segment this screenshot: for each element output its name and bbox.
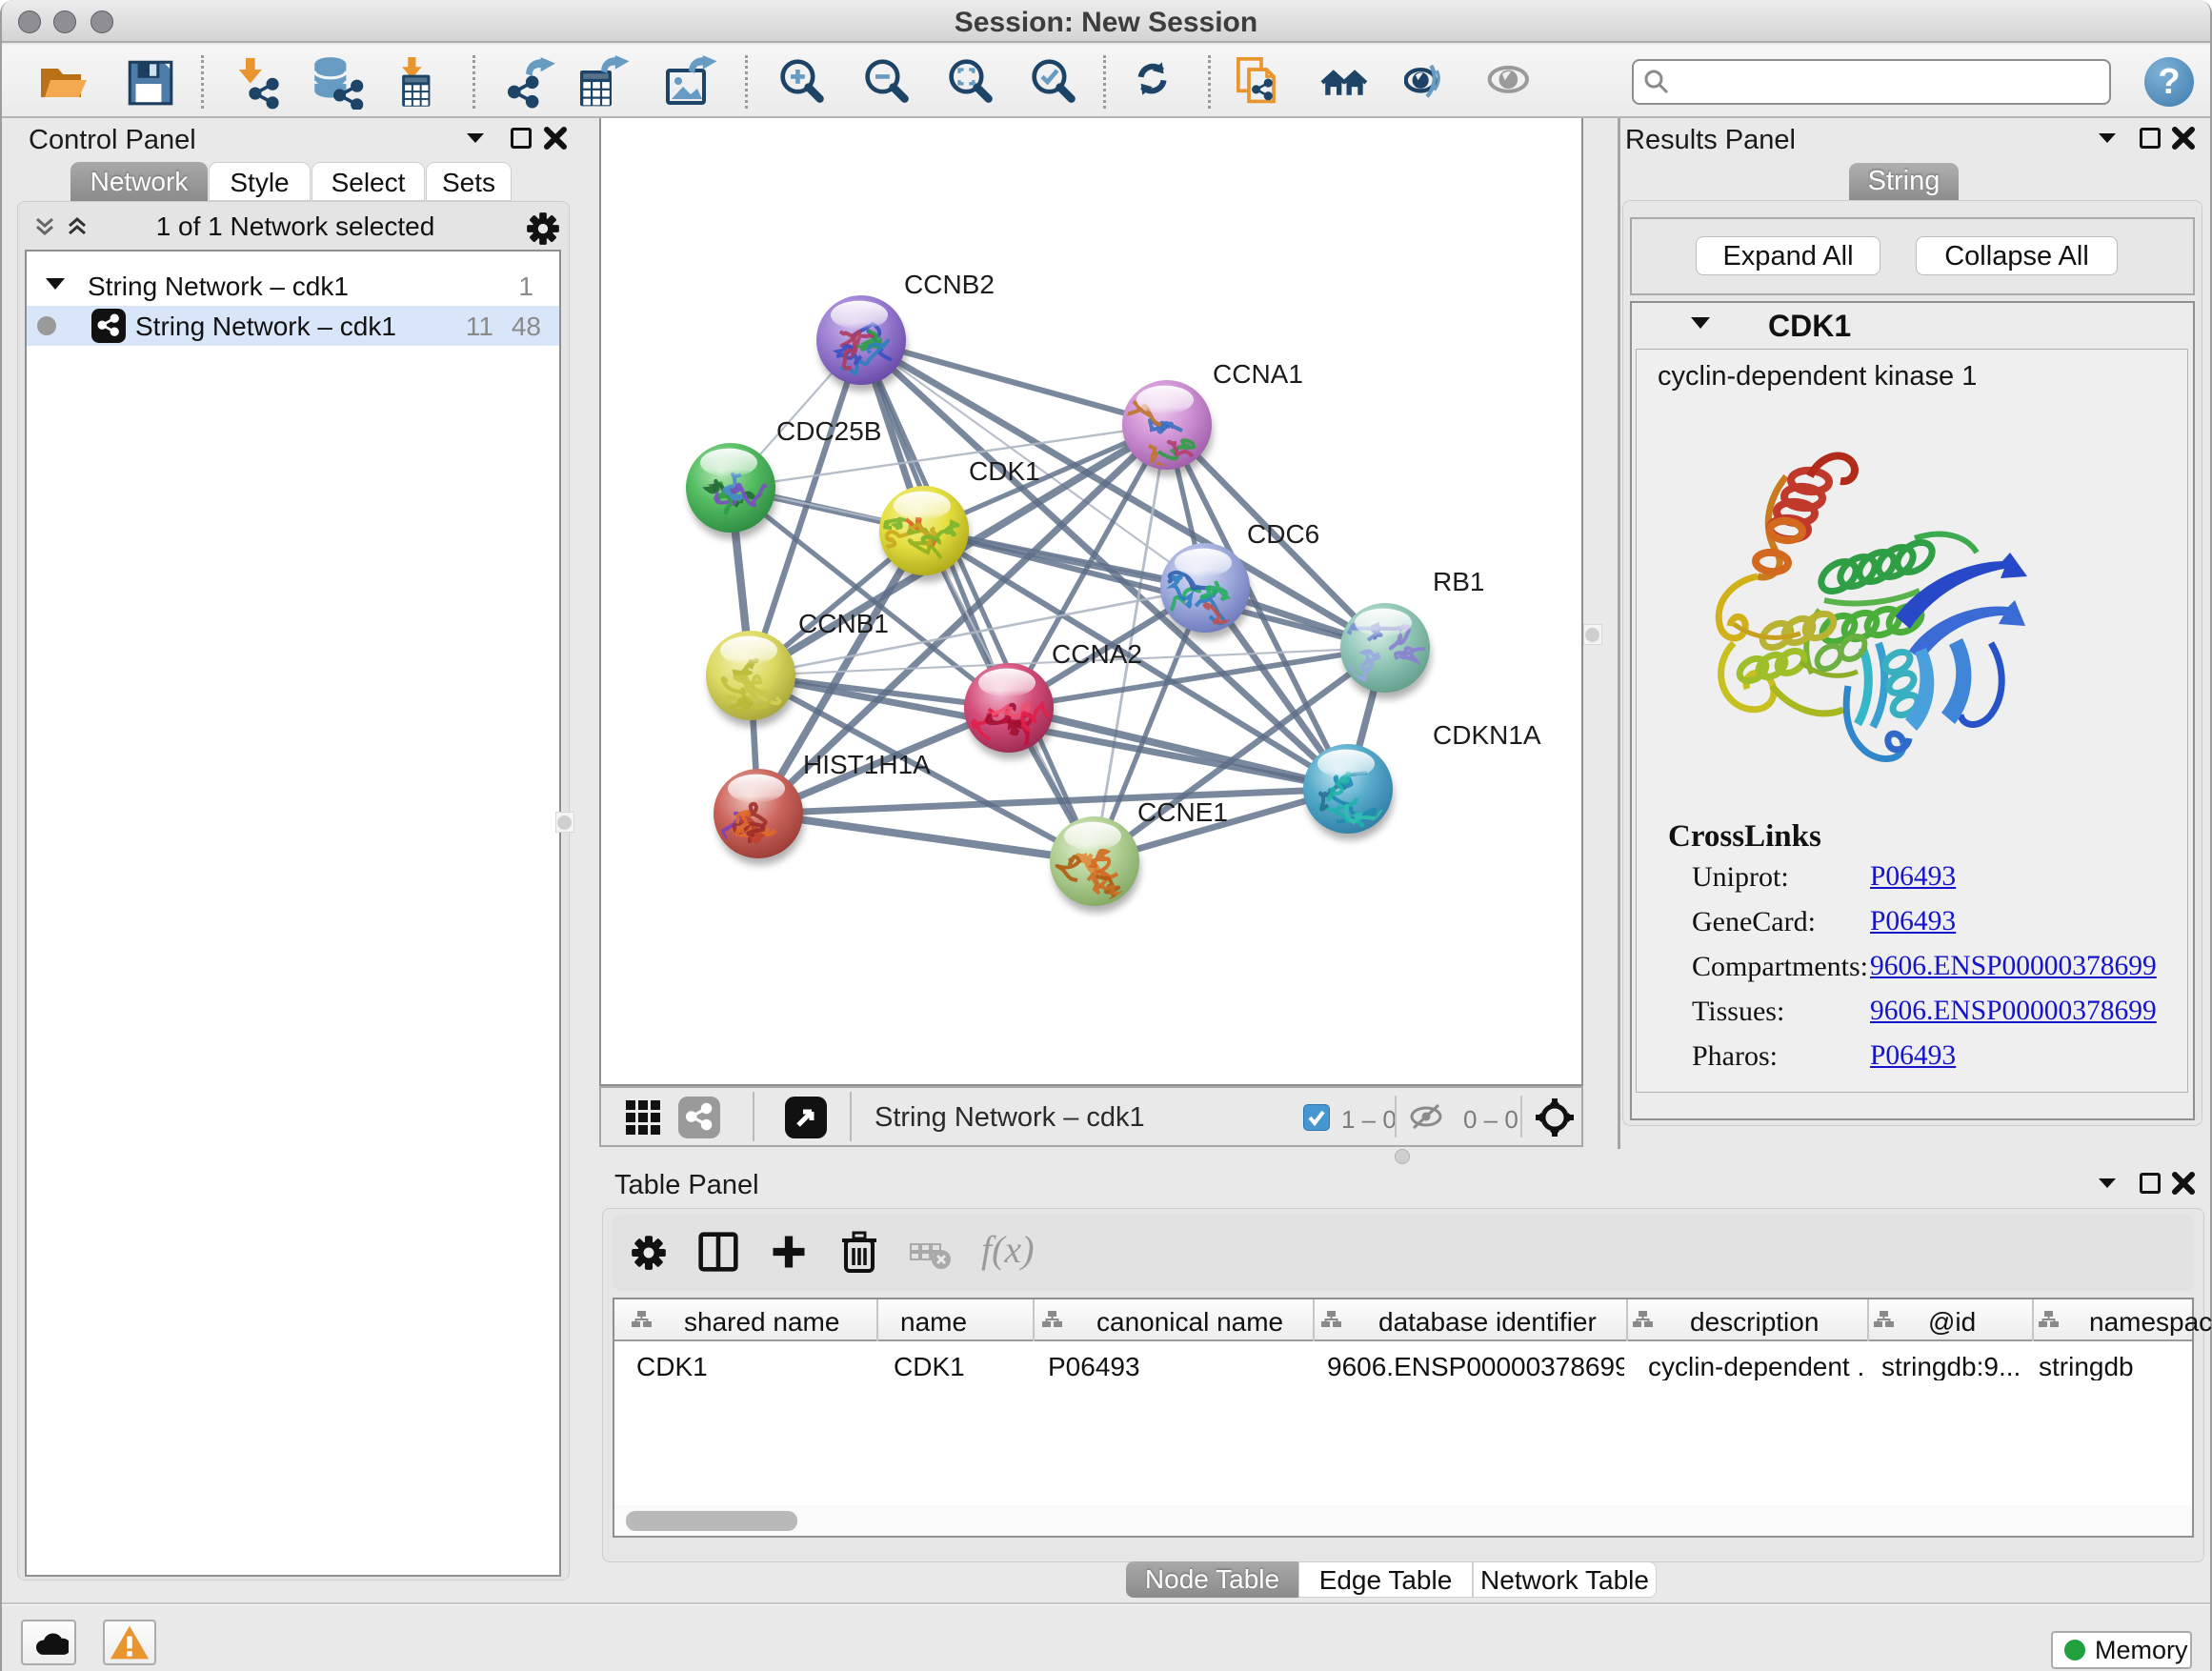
svg-text:HIST1H1A: HIST1H1A [803,750,931,779]
svg-text:CCNA1: CCNA1 [1213,359,1303,389]
svg-text:CCNA2: CCNA2 [1052,639,1142,669]
svg-text:RB1: RB1 [1433,567,1484,596]
svg-text:CCNE1: CCNE1 [1137,797,1228,827]
svg-text:CDK1: CDK1 [969,456,1040,486]
svg-text:CDC25B: CDC25B [776,416,881,446]
svg-text:CCNB1: CCNB1 [798,609,889,638]
svg-text:CCNB2: CCNB2 [904,270,995,299]
svg-text:CDKN1A: CDKN1A [1433,720,1541,750]
svg-text:CDC6: CDC6 [1247,519,1319,549]
